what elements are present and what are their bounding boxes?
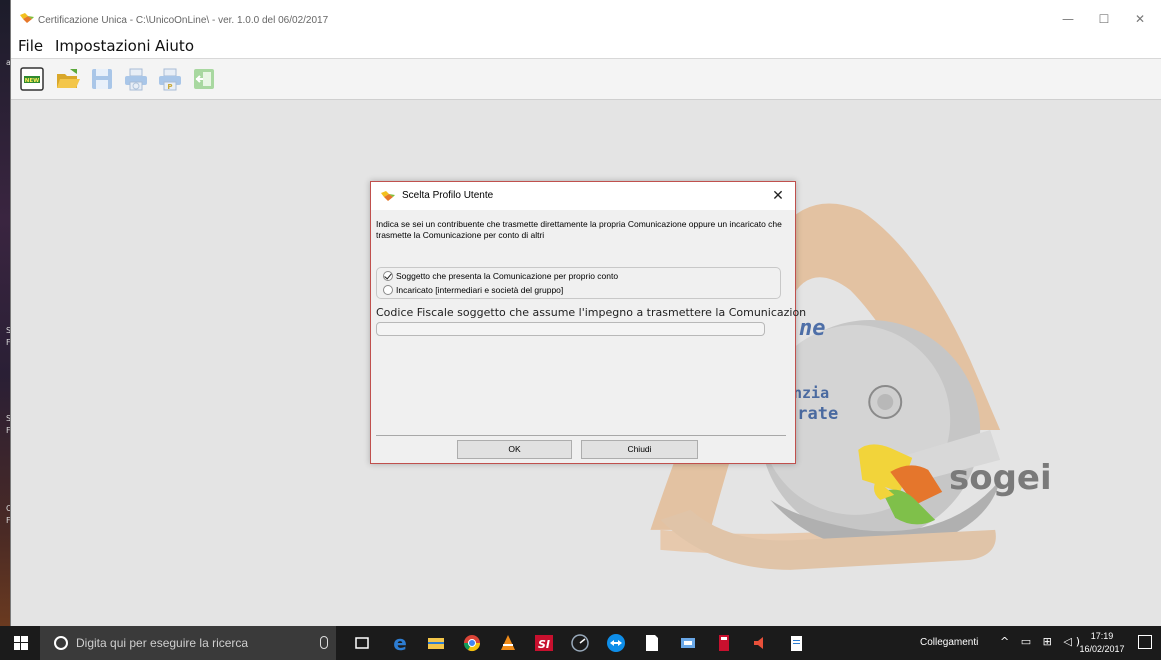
svg-text:SI: SI — [538, 638, 550, 651]
si-app-icon[interactable]: SI — [534, 633, 554, 653]
logo-text-agenzia: nzia — [793, 384, 830, 402]
open-button[interactable] — [55, 66, 81, 92]
file-explorer-icon[interactable] — [426, 633, 446, 653]
taskbar-clock[interactable]: 17:19 16/02/2017 — [1074, 630, 1130, 656]
codice-fiscale-input[interactable] — [376, 322, 765, 336]
printer-icon — [125, 68, 147, 91]
task-view-icon[interactable] — [352, 633, 372, 653]
svg-text:e: e — [393, 633, 407, 653]
logo-text-sogei: sogei — [949, 458, 1052, 498]
print-preview-icon: P — [159, 68, 181, 91]
radio-label: Soggetto che presenta la Comunicazione p… — [396, 271, 619, 281]
chrome-icon[interactable] — [462, 633, 482, 653]
action-center-icon[interactable] — [1138, 635, 1152, 649]
speaker-app-icon[interactable] — [750, 633, 770, 653]
profile-dialog: Scelta Profilo Utente ✕ Indica se sei un… — [370, 181, 806, 464]
logo-text-ne: ne — [799, 316, 826, 341]
dialog-title: Scelta Profilo Utente — [402, 190, 494, 201]
windows-start-icon[interactable] — [14, 636, 28, 650]
dialog-close-button[interactable]: ✕ — [767, 186, 789, 206]
vlc-icon[interactable] — [498, 633, 518, 653]
menu-file[interactable]: File — [18, 37, 43, 55]
radio-unchecked-icon[interactable] — [383, 284, 393, 295]
dialog-title-bar[interactable]: Scelta Profilo Utente ✕ — [371, 182, 795, 210]
microphone-icon[interactable] — [320, 636, 328, 649]
cortana-icon — [54, 636, 68, 650]
codice-fiscale-label: Codice Fiscale soggetto che assume l'imp… — [376, 306, 807, 319]
radio-label: Incaricato [intermediari e società del g… — [396, 285, 564, 295]
window-title: Certificazione Unica - C:\UnicoOnLine\ -… — [38, 15, 329, 26]
desktop-edge: a S F S F C F — [0, 0, 12, 626]
new-button[interactable]: NEW — [19, 66, 45, 92]
search-placeholder: Digita qui per eseguire la ricerca — [76, 636, 249, 650]
dialog-app-icon — [381, 191, 395, 201]
tray-system-icons[interactable]: ^ ▭ ⊞ ◁) — [1000, 635, 1084, 648]
taskbar-search[interactable]: Digita qui per eseguire la ricerca — [40, 626, 336, 660]
ok-button[interactable]: OK — [457, 440, 572, 459]
save-button[interactable] — [89, 66, 115, 92]
print-button[interactable] — [123, 66, 149, 92]
new-icon-label: NEW — [25, 78, 39, 84]
notepad-icon[interactable] — [786, 633, 806, 653]
menu-aiuto[interactable]: Aiuto — [155, 37, 194, 55]
menu-bar: File Impostazioni Aiuto — [11, 34, 1161, 58]
edge-browser-icon[interactable]: e — [390, 633, 410, 653]
title-bar[interactable]: Certificazione Unica - C:\UnicoOnLine\ -… — [11, 0, 1161, 34]
chiudi-button[interactable]: Chiudi — [581, 440, 698, 459]
menu-impostazioni[interactable]: Impostazioni — [55, 37, 151, 55]
print-preview-button[interactable]: P — [157, 66, 183, 92]
speedometer-icon[interactable] — [570, 633, 590, 653]
profile-radio-group: Soggetto che presenta la Comunicazione p… — [376, 267, 781, 299]
teamviewer-icon[interactable] — [606, 633, 626, 653]
save-disk-icon — [92, 69, 112, 89]
minimize-button[interactable]: — — [1051, 8, 1085, 30]
dialog-separator — [376, 435, 786, 436]
exit-door-icon — [194, 69, 214, 89]
radio-option-incaricato[interactable]: Incaricato [intermediari e società del g… — [383, 284, 563, 297]
calculator-icon[interactable] — [714, 633, 734, 653]
toolbar: NEW P — [11, 58, 1161, 100]
tray-collegamenti[interactable]: Collegamenti — [920, 637, 978, 648]
document-app-icon[interactable] — [642, 633, 662, 653]
exit-button[interactable] — [191, 66, 217, 92]
maximize-button[interactable]: ☐ — [1087, 8, 1121, 30]
clock-date: 16/02/2017 — [1079, 644, 1125, 654]
app-logo-icon — [20, 13, 34, 23]
taskbar: Digita qui per eseguire la ricerca e SI … — [0, 626, 1161, 660]
close-button[interactable]: ✕ — [1123, 8, 1157, 30]
open-folder-icon — [57, 69, 80, 88]
new-document-icon: NEW — [20, 67, 44, 91]
svg-text:P: P — [167, 83, 172, 91]
radio-checked-icon[interactable] — [383, 270, 393, 281]
radio-option-proprio-conto[interactable]: Soggetto che presenta la Comunicazione p… — [383, 270, 618, 283]
clock-time: 17:19 — [1090, 631, 1114, 641]
dialog-description: Indica se sei un contribuente che trasme… — [376, 219, 782, 240]
active-window-icon[interactable] — [678, 633, 698, 653]
